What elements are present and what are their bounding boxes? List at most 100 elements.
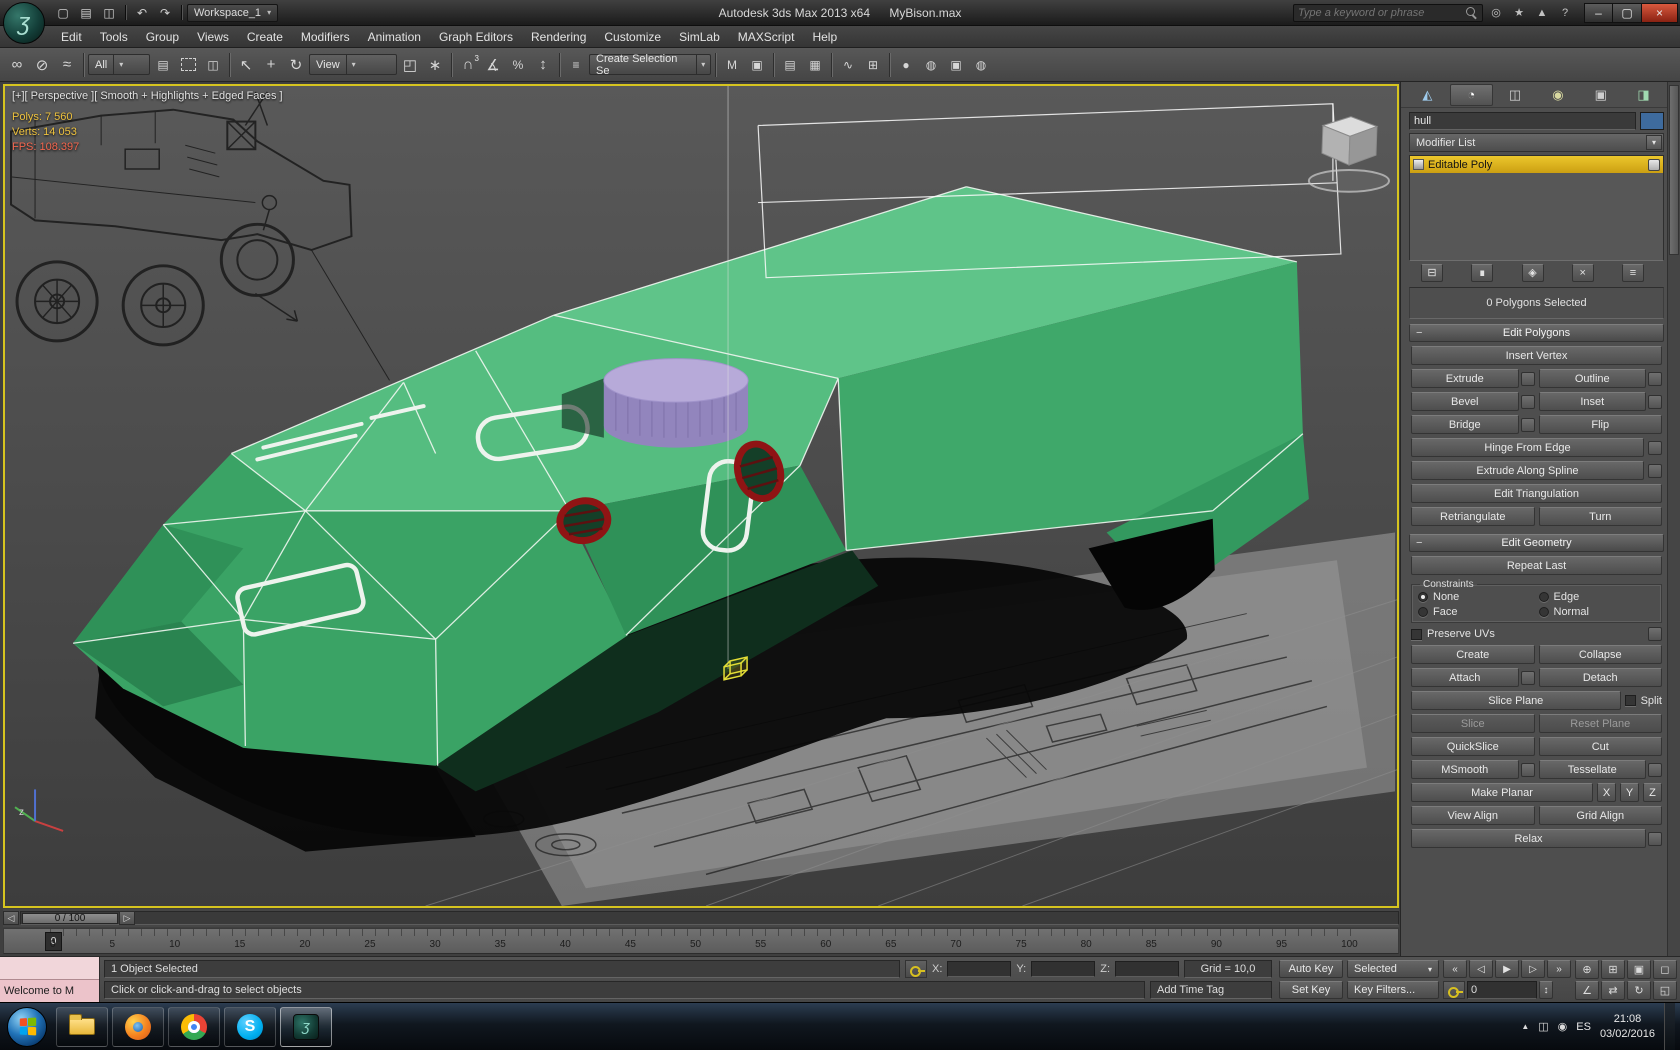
extrude-button[interactable]: Extrude — [1411, 369, 1519, 388]
menu-edit[interactable]: Edit — [52, 26, 91, 47]
maximize-viewport-icon[interactable]: ◱ — [1653, 980, 1677, 1000]
select-and-rotate-icon[interactable]: ↻ — [284, 52, 308, 78]
preserve-uvs-checkbox[interactable]: Preserve UVs — [1411, 628, 1495, 640]
menu-customize[interactable]: Customize — [595, 26, 670, 47]
set-key-button[interactable]: Set Key — [1279, 981, 1343, 999]
select-object-icon[interactable]: ↖ — [234, 52, 258, 78]
new-scene-icon[interactable]: ▢ — [52, 3, 74, 23]
tab-motion[interactable]: ◉ — [1537, 84, 1578, 106]
split-checkbox[interactable]: Split — [1624, 695, 1662, 707]
menu-rendering[interactable]: Rendering — [522, 26, 595, 47]
track-bar[interactable]: 0 0 5 10 15 20 25 30 35 40 45 50 55 60 6… — [3, 928, 1399, 954]
time-slider-handle[interactable]: 0 / 100 — [22, 912, 118, 924]
constraint-normal-radio[interactable]: Normal — [1538, 606, 1656, 618]
insert-vertex-button[interactable]: Insert Vertex — [1411, 346, 1662, 365]
show-end-result-icon[interactable]: ∎ — [1471, 263, 1494, 282]
cut-button[interactable]: Cut — [1538, 737, 1662, 756]
selection-lock-icon[interactable] — [905, 960, 928, 978]
mirror-icon[interactable]: M — [720, 52, 744, 78]
show-hidden-icons-button[interactable]: ▲ — [1521, 1022, 1529, 1031]
retriangulate-button[interactable]: Retriangulate — [1411, 507, 1535, 526]
object-color-swatch[interactable] — [1640, 112, 1664, 130]
next-key-button[interactable]: ▷ — [1521, 960, 1545, 978]
minimize-button[interactable]: – — [1584, 2, 1613, 23]
grid-align-button[interactable]: Grid Align — [1538, 806, 1662, 825]
search-input[interactable] — [1298, 6, 1466, 19]
extrude-along-spline-settings-button[interactable] — [1648, 463, 1662, 478]
x-coordinate-field[interactable] — [947, 961, 1012, 977]
reference-coordinate-dropdown[interactable]: View ▾ — [309, 54, 397, 75]
previous-frame-button[interactable]: ◁ — [3, 911, 19, 925]
window-crossing-icon[interactable]: ◫ — [201, 52, 225, 78]
taskbar-chrome-button[interactable] — [168, 1006, 220, 1047]
redo-icon[interactable]: ↷ — [154, 3, 176, 23]
tab-modify[interactable]: ◔ — [1449, 83, 1493, 106]
key-filters-button[interactable]: Key Filters... — [1347, 981, 1439, 999]
detach-button[interactable]: Detach — [1538, 668, 1662, 687]
edit-geometry-header[interactable]: − Edit Geometry — [1409, 534, 1664, 552]
listener-field[interactable]: Welcome to M — [0, 980, 99, 1002]
start-button[interactable] — [7, 1006, 47, 1047]
configure-modifier-sets-icon[interactable]: ≡ — [1622, 263, 1644, 282]
schematic-view-icon[interactable]: ⊞ — [861, 52, 885, 78]
select-and-scale-icon[interactable]: ◰ — [398, 52, 422, 78]
bridge-settings-button[interactable] — [1520, 417, 1535, 432]
menu-views[interactable]: Views — [188, 26, 238, 47]
zoom-extents-all-icon[interactable]: ◻ — [1653, 959, 1677, 979]
field-of-view-icon[interactable]: ∠ — [1575, 980, 1599, 1000]
select-by-name-icon[interactable]: ▤ — [151, 52, 175, 78]
layer-manager-icon[interactable]: ▤ — [778, 52, 802, 78]
edit-polygons-header[interactable]: − Edit Polygons — [1409, 324, 1664, 342]
render-setup-icon[interactable]: ◍ — [919, 52, 943, 78]
set-keys-button[interactable] — [1443, 981, 1465, 999]
z-coordinate-field[interactable] — [1115, 961, 1179, 977]
msmooth-settings-button[interactable] — [1520, 762, 1535, 777]
maxscript-mini-listener[interactable]: Welcome to M — [0, 957, 100, 1002]
updates-icon[interactable]: ▲ — [1532, 3, 1552, 23]
time-slider-track[interactable]: 0 / 100 ▷ — [20, 911, 1399, 925]
taskbar-clock[interactable]: 21:08 03/02/2016 — [1600, 1012, 1655, 1041]
menu-group[interactable]: Group — [137, 26, 188, 47]
angle-snap-icon[interactable]: ∡ — [481, 52, 505, 78]
zoom-icon[interactable]: ⊕ — [1575, 959, 1599, 979]
viewport-scene[interactable] — [5, 86, 1397, 906]
time-spinner[interactable]: ↕ — [1539, 981, 1553, 999]
constraint-none-radio[interactable]: None — [1418, 591, 1535, 603]
command-panel-scrollbar[interactable] — [1667, 82, 1680, 956]
relax-settings-button[interactable] — [1648, 831, 1662, 846]
taskbar-explorer-button[interactable] — [56, 1006, 108, 1047]
zoom-all-icon[interactable]: ⊞ — [1601, 959, 1625, 979]
object-name-field[interactable] — [1409, 112, 1636, 130]
save-file-icon[interactable]: ◫ — [98, 3, 120, 23]
go-to-start-button[interactable]: « — [1443, 960, 1467, 978]
edit-named-selection-sets-icon[interactable]: ≡ — [564, 52, 588, 78]
language-indicator[interactable]: ES — [1576, 1021, 1591, 1033]
msmooth-button[interactable]: MSmooth — [1411, 760, 1519, 779]
menu-create[interactable]: Create — [238, 26, 292, 47]
extrude-along-spline-button[interactable]: Extrude Along Spline — [1411, 461, 1644, 480]
material-editor-icon[interactable]: ● — [894, 52, 918, 78]
remove-modifier-icon[interactable]: × — [1571, 263, 1594, 282]
menu-graph-editors[interactable]: Graph Editors — [430, 26, 522, 47]
align-icon[interactable]: ▣ — [745, 52, 769, 78]
select-and-link-icon[interactable]: ∞ — [5, 52, 29, 78]
make-planar-button[interactable]: Make Planar — [1411, 783, 1593, 802]
tab-display[interactable]: ▣ — [1580, 84, 1621, 106]
infocenter-search[interactable] — [1293, 3, 1483, 22]
graphite-ribbon-icon[interactable]: ▦ — [803, 52, 827, 78]
quickslice-button[interactable]: QuickSlice — [1411, 737, 1535, 756]
menu-tools[interactable]: Tools — [91, 26, 137, 47]
planar-x-button[interactable]: X — [1597, 783, 1616, 802]
rendered-frame-window-icon[interactable]: ▣ — [944, 52, 968, 78]
stack-item-editable-poly[interactable]: Editable Poly — [1410, 156, 1663, 173]
show-desktop-button[interactable] — [1664, 1002, 1675, 1050]
add-time-tag-field[interactable]: Add Time Tag — [1150, 981, 1272, 999]
taskbar-firefox-button[interactable] — [112, 1006, 164, 1047]
tessellate-button[interactable]: Tessellate — [1538, 760, 1646, 779]
menu-modifiers[interactable]: Modifiers — [292, 26, 359, 47]
rectangular-selection-region-icon[interactable] — [176, 52, 200, 78]
macro-recorder-field[interactable] — [0, 957, 99, 980]
snaps-toggle-icon[interactable]: ∩ 3 — [456, 52, 480, 78]
zoom-extents-icon[interactable]: ▣ — [1627, 959, 1651, 979]
menu-simlab[interactable]: SimLab — [670, 26, 729, 47]
